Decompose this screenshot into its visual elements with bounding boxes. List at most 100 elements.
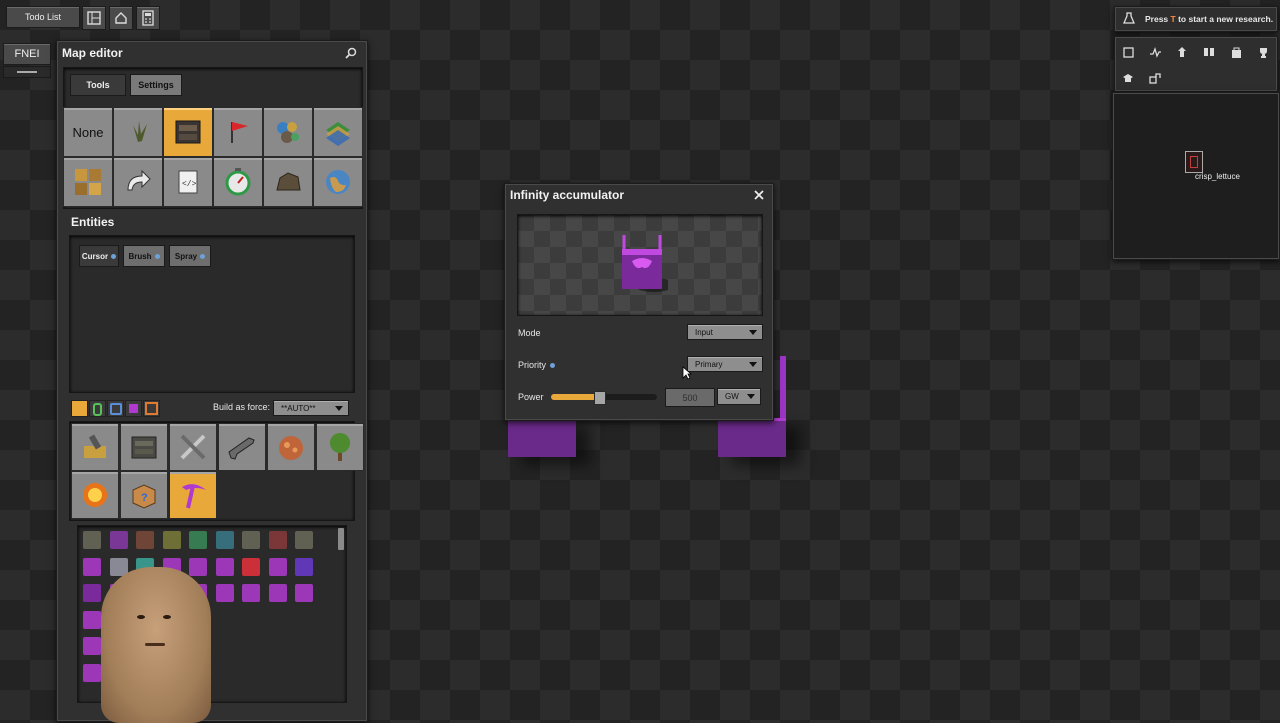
entity-preview [517, 214, 763, 316]
permissions-icon[interactable] [1146, 69, 1164, 87]
book-icon[interactable] [1200, 43, 1218, 61]
tool-clone-button[interactable] [113, 157, 163, 207]
priority-label: Priority [518, 360, 556, 370]
tool-entities-button[interactable] [163, 107, 213, 157]
category-enemies-button[interactable] [267, 423, 315, 471]
entity-item-icon[interactable] [83, 584, 101, 602]
priority-label-text: Priority [518, 360, 547, 370]
entity-item-icon[interactable] [268, 557, 287, 576]
fnei-button[interactable]: FNEI [3, 43, 51, 65]
power-unit-dropdown[interactable]: GW [717, 388, 761, 405]
calculator-icon[interactable] [136, 6, 160, 30]
entity-item-icon[interactable] [189, 557, 207, 576]
filter-orange-button[interactable] [143, 400, 160, 417]
map-editor-panel: Map editor Tools Settings None </> Entit… [56, 40, 368, 723]
graduation-cap-icon[interactable] [1119, 69, 1137, 87]
planet-icon [326, 170, 350, 194]
research-text: Press T to start a new research. [1145, 14, 1273, 24]
tool-none-button[interactable]: None [63, 107, 113, 157]
tool-force-button[interactable] [213, 107, 263, 157]
svg-text:</>: </> [182, 180, 197, 189]
entity-item-icon[interactable] [242, 531, 260, 549]
filter-purple-button[interactable] [125, 400, 142, 417]
entity-item-icon[interactable] [295, 584, 313, 602]
tree-icon [330, 433, 350, 461]
power-slider-knob[interactable] [594, 391, 606, 405]
research-banner[interactable]: Press T to start a new research. [1114, 6, 1278, 32]
entity-item-icon[interactable] [83, 531, 101, 549]
entity-item-icon[interactable] [268, 584, 287, 602]
tool-surface-button[interactable] [313, 157, 363, 207]
filter-green-button[interactable] [89, 400, 106, 417]
rock-icon [276, 172, 301, 191]
flag-icon [231, 122, 248, 143]
power-value-field[interactable]: 500 [665, 388, 715, 407]
todo-list-button[interactable]: Todo List [6, 6, 80, 28]
entity-item-icon[interactable] [189, 531, 207, 549]
mode-dropdown[interactable]: Input [687, 324, 763, 340]
entity-item-icon[interactable] [83, 610, 101, 629]
close-icon[interactable] [751, 187, 767, 203]
fnei-collapse-handle[interactable] [3, 66, 51, 78]
entity-item-icon[interactable] [242, 557, 260, 576]
entity-item-icon[interactable] [295, 557, 313, 576]
search-icon[interactable] [343, 45, 359, 61]
priority-dropdown[interactable]: Primary [687, 356, 763, 372]
tool-tiles-button[interactable] [313, 107, 363, 157]
world-accumulator-right[interactable] [718, 418, 786, 457]
category-unknown-button[interactable]: ? [120, 471, 168, 519]
home-icon[interactable] [109, 6, 133, 30]
info-icon [200, 253, 206, 259]
subtab-cursor[interactable]: Cursor [79, 245, 119, 267]
build-as-force-dropdown[interactable]: **AUTO** [273, 400, 349, 416]
tool-decoratives-button[interactable] [113, 107, 163, 157]
chevron-down-icon [749, 362, 757, 367]
tab-settings[interactable]: Settings [130, 74, 182, 96]
entity-item-icon[interactable] [295, 531, 313, 549]
turret-icon [84, 434, 106, 458]
category-tools-button[interactable] [169, 423, 217, 471]
tool-rock-button[interactable] [263, 157, 313, 207]
minimap-panel[interactable]: crisp_lettuce [1112, 92, 1280, 260]
player-marker-icon [1185, 151, 1203, 173]
entity-items-scrollbar[interactable] [338, 528, 344, 550]
filter-blue-button[interactable] [107, 400, 124, 417]
entity-item-icon[interactable] [136, 531, 154, 549]
unknown-box-icon: ? [132, 484, 156, 509]
entity-item-icon[interactable] [83, 637, 101, 655]
subtab-spray[interactable]: Spray [169, 245, 211, 267]
category-infinity-button[interactable] [169, 471, 217, 519]
entity-item-icon[interactable] [162, 531, 181, 549]
category-weapons-button[interactable] [218, 423, 266, 471]
tab-tools[interactable]: Tools [70, 74, 126, 96]
tool-script-button[interactable]: </> [163, 157, 213, 207]
blueprint-library-icon[interactable] [82, 6, 106, 30]
tool-resources-button[interactable] [263, 107, 313, 157]
trophy-icon[interactable] [1254, 43, 1272, 61]
world-accumulator-left[interactable] [508, 418, 576, 457]
entity-item-icon[interactable] [83, 557, 101, 576]
entities-title: Entities [71, 215, 115, 229]
stats-icon[interactable] [1146, 43, 1164, 61]
entity-item-icon[interactable] [268, 531, 287, 549]
tool-time-button[interactable] [213, 157, 263, 207]
category-trees-button[interactable] [316, 423, 364, 471]
entity-item-icon[interactable] [215, 584, 234, 602]
entity-item-icon[interactable] [215, 531, 234, 549]
map-icon[interactable] [1119, 43, 1137, 61]
tool-cliffs-button[interactable] [63, 157, 113, 207]
power-slider[interactable] [551, 391, 657, 405]
category-chest-button[interactable] [120, 423, 168, 471]
entity-item-icon[interactable] [109, 531, 128, 549]
subtab-brush[interactable]: Brush [123, 245, 165, 267]
entity-item-icon[interactable] [242, 584, 260, 602]
entity-item-icon[interactable] [83, 663, 101, 682]
entity-item-icon[interactable] [109, 557, 128, 576]
logistics-icon[interactable] [1173, 43, 1191, 61]
category-turret-button[interactable] [71, 423, 119, 471]
backpack-icon[interactable] [1227, 43, 1245, 61]
entity-item-icon[interactable] [215, 557, 234, 576]
category-explosion-button[interactable] [71, 471, 119, 519]
stopwatch-icon [225, 168, 251, 196]
filter-all-button[interactable] [71, 400, 88, 417]
